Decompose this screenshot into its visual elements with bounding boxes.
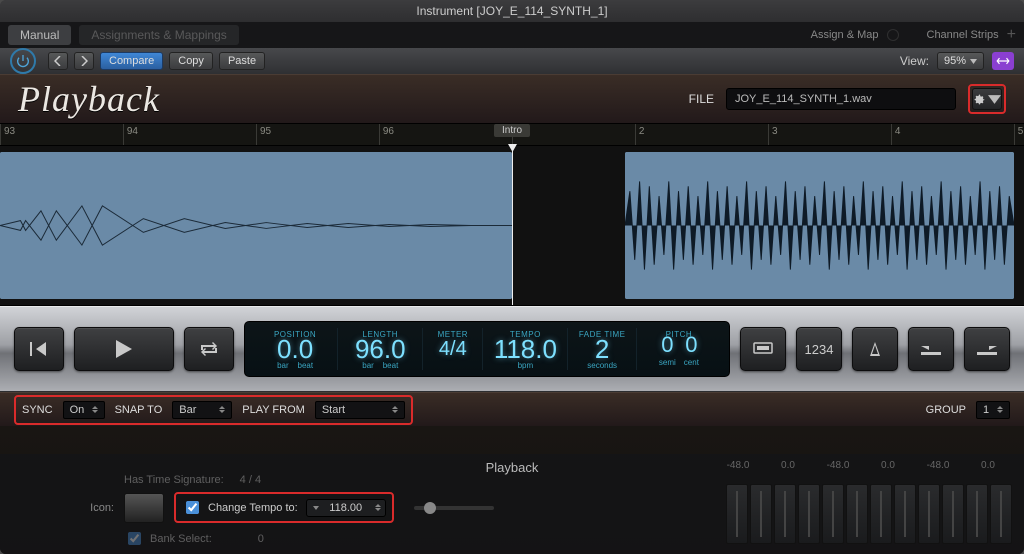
plugin-header: Playback FILE JOY_E_114_SYNTH_1.wav [0,74,1024,124]
group-label: GROUP [926,404,966,416]
change-tempo-field[interactable]: 118.00 [306,499,386,517]
inspector-panel: Playback -48.0 0.0 -48.0 0.0 -48.0 0.0 [0,454,1024,554]
fade-in-icon [921,343,941,355]
play-button[interactable] [74,327,174,371]
bg-tab-channel-strips[interactable]: Channel Strips [927,29,999,41]
plugin-brand: Playback [18,78,160,120]
monitor-icon [753,342,773,356]
fader[interactable] [870,484,892,544]
settings-menu-button[interactable] [972,88,1002,110]
lcd-display: POSITION 0.0 bar beat LENGTH 96.0 bar be… [244,321,730,377]
bank-select-row[interactable]: Bank Select: 0 [124,529,264,548]
next-preset-button[interactable] [74,52,94,70]
mixer-faders [726,484,1012,544]
lcd-position[interactable]: POSITION 0.0 bar beat [253,328,338,370]
lcd-meter[interactable]: METER 4/4 [423,328,483,370]
sync-panel: SYNC On SNAP TO Bar PLAY FROM Start GROU… [0,392,1024,426]
fader[interactable] [966,484,988,544]
snap-label: SNAP TO [115,404,163,416]
go-to-start-button[interactable] [14,327,64,371]
lcd-tempo[interactable]: TEMPO 118.0 bpm [483,328,568,370]
resize-button[interactable] [992,52,1014,70]
plugin-toolbar: Compare Copy Paste View: 95% [0,48,1024,74]
window-titlebar: Instrument [JOY_E_114_SYNTH_1] [0,0,1024,22]
chevron-down-icon [970,59,977,64]
lcd-fade[interactable]: FADE TIME 2 seconds [568,328,636,370]
paste-button[interactable]: Paste [219,52,265,70]
bg-add-icon[interactable]: + [1007,26,1016,44]
fader[interactable] [774,484,796,544]
playfrom-label: PLAY FROM [242,404,305,416]
power-icon [15,53,31,69]
power-button[interactable] [10,48,36,74]
prev-preset-button[interactable] [48,52,68,70]
metronome-icon [867,341,883,357]
sync-label: SYNC [22,404,53,416]
fade-out-button[interactable] [964,327,1010,371]
resize-icon [996,55,1010,67]
bg-tab-assignments[interactable]: Assignments & Mappings [79,25,238,45]
change-tempo-checkbox[interactable]: Change Tempo to: [182,498,298,517]
chevron-right-icon [80,56,88,66]
lcd-length[interactable]: LENGTH 96.0 bar beat [338,328,423,370]
ruler-marker-flag[interactable]: Intro [494,124,530,137]
view-label: View: [900,54,929,68]
loop-button[interactable] [184,327,234,371]
waveform-right-icon [625,152,1014,299]
playhead[interactable] [512,146,513,305]
play-icon [116,340,132,358]
fader[interactable] [894,484,916,544]
has-time-signature-row[interactable]: Has Time Signature: 4 / 4 [124,474,261,486]
fader[interactable] [918,484,940,544]
fader[interactable] [990,484,1012,544]
copy-button[interactable]: Copy [169,52,213,70]
fader[interactable] [942,484,964,544]
tempo-slider[interactable] [414,506,494,510]
file-label: FILE [689,92,714,106]
snap-select[interactable]: Bar [172,401,232,419]
compare-button[interactable]: Compare [100,52,163,70]
gear-icon [973,93,986,106]
fader[interactable] [846,484,868,544]
waveform-display[interactable] [0,146,1024,306]
bg-gear-icon [887,29,899,41]
fader[interactable] [822,484,844,544]
sync-select[interactable]: On [63,401,105,419]
fade-out-icon [977,343,997,355]
view-zoom-select[interactable]: 95% [937,52,984,70]
file-name-field[interactable]: JOY_E_114_SYNTH_1.wav [726,88,956,110]
background-toolbar: Manual Assignments & Mappings Assign & M… [0,22,1024,48]
waveform-left-icon [0,152,512,299]
mixer-values: -48.0 0.0 -48.0 0.0 -48.0 0.0 [714,460,1012,471]
metronome-button[interactable] [852,327,898,371]
playfrom-select[interactable]: Start [315,401,405,419]
chevron-left-icon [54,56,62,66]
lcd-pitch[interactable]: PITCH 0semi 0cent [637,328,721,370]
chevron-down-icon [988,93,1001,106]
icon-thumbnail[interactable] [124,493,164,523]
group-select[interactable]: 1 [976,401,1010,419]
fader[interactable] [798,484,820,544]
fader[interactable] [750,484,772,544]
bg-tab-manual[interactable]: Manual [8,25,71,45]
bg-tab-assignmap[interactable]: Assign & Map [811,29,879,41]
count-in-button[interactable]: 1234 [796,327,842,371]
fader[interactable] [726,484,748,544]
loop-icon [199,342,219,356]
window-title: Instrument [JOY_E_114_SYNTH_1] [416,4,607,18]
icon-label: Icon: [24,502,114,514]
display-mode-button[interactable] [740,327,786,371]
transport-panel: POSITION 0.0 bar beat LENGTH 96.0 bar be… [0,306,1024,392]
timeline-ruler[interactable]: 93 94 95 96 1 2 3 4 5 Intro [0,124,1024,146]
chevron-down-icon [313,506,319,510]
skip-back-icon [30,342,48,356]
fade-in-button[interactable] [908,327,954,371]
